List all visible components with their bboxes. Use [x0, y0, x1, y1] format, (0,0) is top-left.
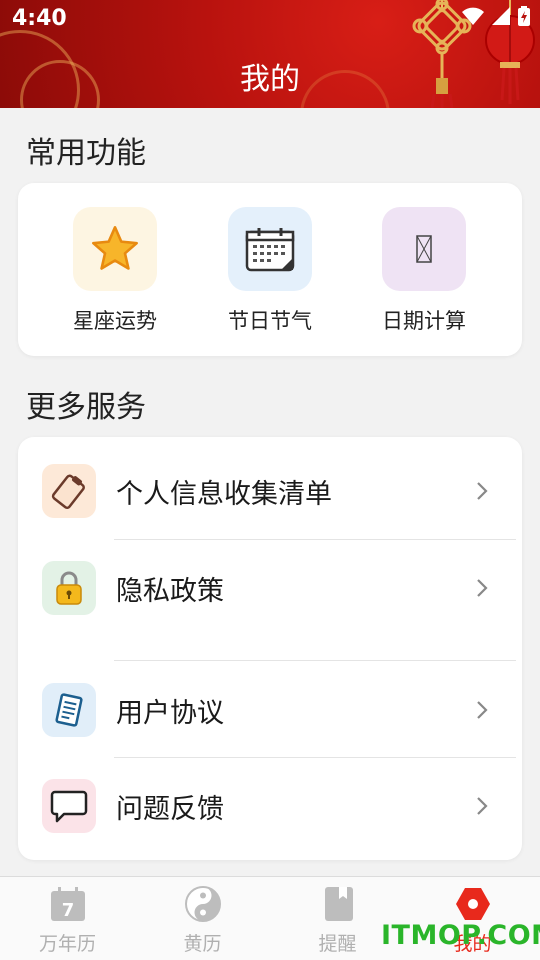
tab-calendar[interactable]: 7 万年历: [0, 885, 135, 956]
yin-yang-icon: [184, 886, 221, 922]
tab-almanac[interactable]: 黄历: [135, 885, 270, 956]
chevron-right-icon: [477, 482, 488, 500]
status-icons: [462, 6, 530, 26]
feature-tile: [228, 207, 312, 291]
list-item-label: 个人信息收集清单: [116, 478, 332, 510]
feature-tile: [382, 207, 466, 291]
star-icon: [92, 226, 138, 270]
icon-tile: [42, 683, 96, 737]
feature-label: 星座运势: [73, 309, 157, 333]
list-item-privacy-policy[interactable]: 隐私政策: [18, 540, 522, 636]
common-features-card: 星座运势 节日节气 日期计算: [18, 183, 522, 356]
missing-glyph-icon: [416, 235, 432, 263]
tab-label: 万年历: [38, 933, 96, 955]
section-title-more: 更多服务: [26, 390, 146, 425]
icon-tile: [42, 561, 96, 615]
tab-label: 黄历: [183, 933, 222, 955]
calendar-7-icon: 7: [50, 887, 85, 921]
feature-label: 节日节气: [228, 309, 312, 333]
svg-text:7: 7: [61, 900, 74, 921]
hexagon-icon: [455, 888, 490, 920]
chevron-right-icon: [477, 701, 488, 719]
status-time: 4:40: [12, 6, 67, 31]
chevron-right-icon: [477, 797, 488, 815]
clipboard-icon: [51, 474, 85, 510]
feature-festivals[interactable]: 节日节气: [210, 207, 330, 335]
list-item-label: 隐私政策: [116, 575, 224, 607]
document-icon: [55, 693, 83, 727]
list-item-label: 问题反馈: [116, 793, 224, 825]
feature-tile: [73, 207, 157, 291]
cell-signal-icon: [492, 7, 510, 25]
section-title-common: 常用功能: [26, 136, 146, 171]
bookmark-icon: [324, 887, 353, 921]
battery-charging-icon: [518, 6, 530, 26]
calendar-icon: [245, 228, 295, 272]
feature-label: 日期计算: [382, 309, 466, 333]
list-item-user-agreement[interactable]: 用户协议: [18, 662, 522, 758]
list-item-label: 用户协议: [116, 697, 224, 729]
chat-bubble-icon: [50, 790, 88, 823]
lock-icon: [56, 571, 82, 605]
watermark-text: ITMOP.COM: [381, 920, 540, 951]
list-item-feedback[interactable]: 问题反馈: [18, 758, 522, 854]
wifi-icon: [462, 7, 484, 25]
divider: [114, 660, 516, 661]
more-services-card: 个人信息收集清单 隐私政策 用户协议 问题反馈: [18, 437, 522, 860]
list-item-privacy-collection[interactable]: 个人信息收集清单: [18, 443, 522, 539]
icon-tile: [42, 779, 96, 833]
feature-date-calc[interactable]: 日期计算: [364, 207, 484, 335]
icon-tile: [42, 464, 96, 518]
page-title: 我的: [240, 62, 300, 97]
chevron-right-icon: [477, 579, 488, 597]
feature-horoscope[interactable]: 星座运势: [55, 207, 175, 335]
header: 4:40 我的: [0, 0, 540, 108]
